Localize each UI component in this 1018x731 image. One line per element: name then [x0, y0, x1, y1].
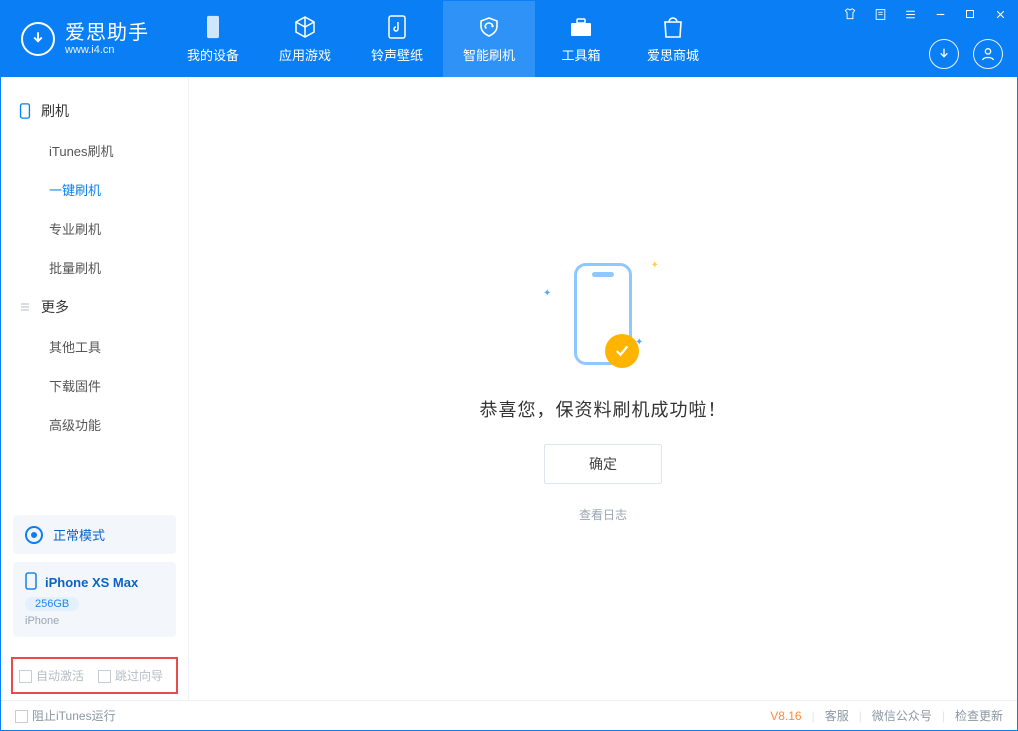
- sidebar: 刷机 iTunes刷机 一键刷机 专业刷机 批量刷机 更多 其他工具 下载固件 …: [1, 77, 189, 700]
- sparkle-icon: ✦: [543, 288, 551, 299]
- device-block: 正常模式 iPhone XS Max 256GB iPhone: [1, 515, 188, 657]
- mode-card[interactable]: 正常模式: [13, 515, 176, 554]
- tab-smart-flash[interactable]: 智能刷机: [443, 1, 535, 77]
- checkbox-block-itunes[interactable]: 阻止iTunes运行: [15, 707, 116, 724]
- sidebar-item-batch-flash[interactable]: 批量刷机: [1, 248, 188, 287]
- phone-outline-icon: [19, 103, 33, 119]
- tab-label: 应用游戏: [279, 45, 331, 64]
- user-button[interactable]: [973, 39, 1003, 69]
- tab-label: 铃声壁纸: [371, 45, 423, 64]
- link-wechat[interactable]: 微信公众号: [872, 707, 932, 724]
- section-label: 刷机: [41, 101, 69, 121]
- statusbar: 阻止iTunes运行 V8.16 | 客服 | 微信公众号 | 检查更新: [1, 700, 1017, 730]
- tab-label: 智能刷机: [463, 45, 515, 64]
- device-type: iPhone: [25, 615, 59, 627]
- close-icon[interactable]: [991, 5, 1009, 23]
- sidebar-item-other-tools[interactable]: 其他工具: [1, 327, 188, 366]
- minimize-icon[interactable]: [931, 5, 949, 23]
- cube-icon: [293, 15, 317, 39]
- brand: 爱思助手 www.i4.cn: [1, 1, 167, 77]
- tab-toolbox[interactable]: 工具箱: [535, 1, 627, 77]
- topbar: 爱思助手 www.i4.cn 我的设备 应用游戏 铃声壁: [1, 1, 1017, 77]
- sidebar-item-oneclick-flash[interactable]: 一键刷机: [1, 170, 188, 209]
- view-log-link[interactable]: 查看日志: [579, 506, 627, 523]
- section-label: 更多: [41, 297, 69, 317]
- tab-label: 工具箱: [561, 45, 600, 64]
- checkbox-icon: [15, 710, 28, 723]
- window-controls: [841, 5, 1009, 23]
- refresh-shield-icon: [477, 15, 501, 39]
- phone-illustration-icon: [574, 263, 632, 365]
- tab-label: 我的设备: [187, 45, 239, 64]
- sidebar-item-pro-flash[interactable]: 专业刷机: [1, 209, 188, 248]
- ok-button[interactable]: 确定: [544, 444, 662, 484]
- sidebar-section-more: 更多: [1, 287, 188, 327]
- tab-ringtones[interactable]: 铃声壁纸: [351, 1, 443, 77]
- tab-apps-games[interactable]: 应用游戏: [259, 1, 351, 77]
- device-model: iPhone XS Max: [45, 575, 138, 590]
- brand-logo-icon: [21, 22, 55, 56]
- main-content: ✦ ✦ ✦ 恭喜您，保资料刷机成功啦！ 确定 查看日志: [189, 77, 1017, 700]
- tab-my-device[interactable]: 我的设备: [167, 1, 259, 77]
- link-update[interactable]: 检查更新: [955, 707, 1003, 724]
- checkbox-icon: [98, 670, 111, 683]
- body: 刷机 iTunes刷机 一键刷机 专业刷机 批量刷机 更多 其他工具 下载固件 …: [1, 77, 1017, 700]
- version-label: V8.16: [770, 709, 801, 723]
- sidebar-item-download-firmware[interactable]: 下载固件: [1, 366, 188, 405]
- music-file-icon: [385, 15, 409, 39]
- brand-subtitle: www.i4.cn: [65, 44, 149, 56]
- list-icon: [19, 301, 33, 313]
- check-badge-icon: [605, 334, 639, 368]
- menu-icon[interactable]: [901, 5, 919, 23]
- device-icon: [201, 15, 225, 39]
- checkbox-icon: [19, 670, 32, 683]
- header-round-buttons: [929, 39, 1003, 69]
- maximize-icon[interactable]: [961, 5, 979, 23]
- toolbox-icon: [569, 15, 593, 39]
- link-service[interactable]: 客服: [825, 707, 849, 724]
- device-card[interactable]: iPhone XS Max 256GB iPhone: [13, 562, 176, 637]
- brand-title: 爱思助手: [65, 22, 149, 44]
- success-illustration: ✦ ✦ ✦: [543, 254, 663, 374]
- capacity-badge: 256GB: [25, 597, 79, 611]
- shirt-icon[interactable]: [841, 5, 859, 23]
- sidebar-item-advanced[interactable]: 高级功能: [1, 405, 188, 444]
- note-icon[interactable]: [871, 5, 889, 23]
- phone-small-icon: [25, 572, 37, 593]
- tab-label: 爱思商城: [647, 45, 699, 64]
- tab-store[interactable]: 爱思商城: [627, 1, 719, 77]
- download-button[interactable]: [929, 39, 959, 69]
- sidebar-item-itunes-flash[interactable]: iTunes刷机: [1, 131, 188, 170]
- checkbox-skip-guide[interactable]: 跳过向导: [98, 667, 163, 684]
- bag-icon: [661, 15, 685, 39]
- app-window: 爱思助手 www.i4.cn 我的设备 应用游戏 铃声壁: [0, 0, 1018, 731]
- mode-indicator-icon: [25, 526, 43, 544]
- option-row-highlighted: 自动激活 跳过向导: [11, 657, 178, 694]
- success-text: 恭喜您，保资料刷机成功啦！: [480, 396, 727, 422]
- nav-tabs: 我的设备 应用游戏 铃声壁纸 智能刷机: [167, 1, 719, 77]
- checkbox-auto-activate[interactable]: 自动激活: [19, 667, 84, 684]
- mode-label: 正常模式: [53, 525, 105, 544]
- sparkle-icon: ✦: [651, 260, 659, 271]
- sidebar-section-flash: 刷机: [1, 91, 188, 131]
